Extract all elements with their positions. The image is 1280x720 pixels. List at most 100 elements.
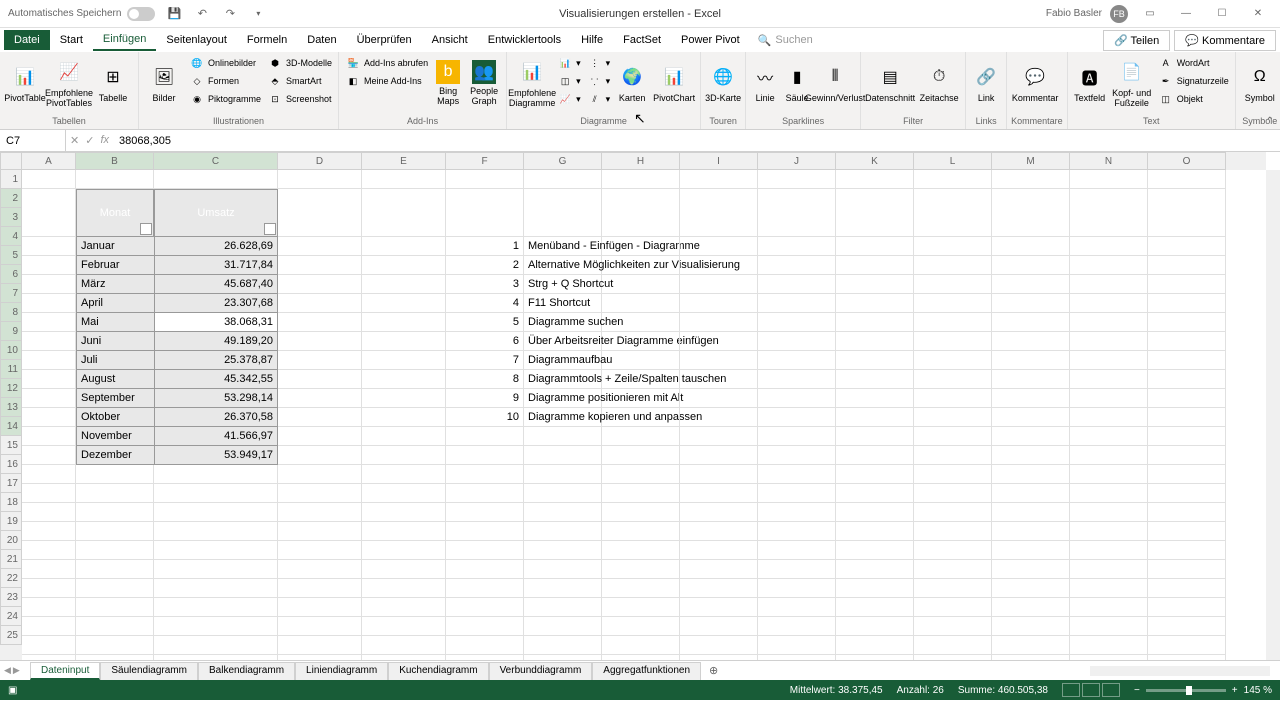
cell-G6[interactable]: F11 Shortcut (524, 294, 602, 313)
cell-L12[interactable] (914, 408, 992, 427)
qat-dropdown-icon[interactable]: ▾ (249, 5, 267, 23)
cell-C7[interactable]: 38.068,31 (154, 313, 278, 332)
cell-N19[interactable] (1070, 541, 1148, 560)
cell-D8[interactable] (278, 332, 362, 351)
row-header-19[interactable]: 19 (0, 512, 22, 531)
cell-F10[interactable]: 8 (446, 370, 524, 389)
cell-I14[interactable] (680, 446, 758, 465)
cell-L6[interactable] (914, 294, 992, 313)
cell-G7[interactable]: Diagramme suchen (524, 313, 602, 332)
cell-F21[interactable] (446, 579, 524, 598)
sheet-tab-4[interactable]: Kuchendiagramm (388, 662, 488, 680)
cell-A7[interactable] (22, 313, 76, 332)
cell-B22[interactable] (76, 598, 154, 617)
cell-L4[interactable] (914, 256, 992, 275)
cell-F18[interactable] (446, 522, 524, 541)
cell-D7[interactable] (278, 313, 362, 332)
cell-F20[interactable] (446, 560, 524, 579)
cell-F2[interactable] (446, 189, 524, 237)
cell-H21[interactable] (602, 579, 680, 598)
cell-D15[interactable] (278, 465, 362, 484)
cell-I15[interactable] (680, 465, 758, 484)
cell-G14[interactable] (524, 446, 602, 465)
cell-B12[interactable]: Oktober (76, 408, 154, 427)
cell-G18[interactable] (524, 522, 602, 541)
cell-I6[interactable] (680, 294, 758, 313)
cell-G8[interactable]: Über Arbeitsreiter Diagramme einfügen (524, 332, 602, 351)
cell-A15[interactable] (22, 465, 76, 484)
row-header-25[interactable]: 25 (0, 626, 22, 645)
tab-formeln[interactable]: Formeln (237, 30, 297, 50)
cell-F13[interactable] (446, 427, 524, 446)
cell-C13[interactable]: 41.566,97 (154, 427, 278, 446)
cell-J18[interactable] (758, 522, 836, 541)
cell-L5[interactable] (914, 275, 992, 294)
chart-bar-button[interactable]: 📊▾ (555, 54, 583, 72)
tab-file[interactable]: Datei (4, 30, 50, 50)
user-avatar[interactable]: FB (1110, 5, 1128, 23)
cell-J14[interactable] (758, 446, 836, 465)
cell-B7[interactable]: Mai (76, 313, 154, 332)
share-button[interactable]: 🔗 Teilen (1103, 30, 1170, 51)
cell-L20[interactable] (914, 560, 992, 579)
cell-F16[interactable] (446, 484, 524, 503)
cell-N5[interactable] (1070, 275, 1148, 294)
cell-O11[interactable] (1148, 389, 1226, 408)
cell-J6[interactable] (758, 294, 836, 313)
cell-K22[interactable] (836, 598, 914, 617)
cell-J10[interactable] (758, 370, 836, 389)
cell-H5[interactable] (602, 275, 680, 294)
cell-K20[interactable] (836, 560, 914, 579)
cell-M23[interactable] (992, 617, 1070, 636)
cell-N1[interactable] (1070, 170, 1148, 189)
cell-F17[interactable] (446, 503, 524, 522)
cell-C20[interactable] (154, 560, 278, 579)
cell-L13[interactable] (914, 427, 992, 446)
cell-K6[interactable] (836, 294, 914, 313)
save-icon[interactable]: 💾 (165, 5, 183, 23)
online-images-button[interactable]: 🌐Onlinebilder (187, 54, 263, 72)
col-header-N[interactable]: N (1070, 152, 1148, 170)
cell-G20[interactable] (524, 560, 602, 579)
cell-N22[interactable] (1070, 598, 1148, 617)
cell-H22[interactable] (602, 598, 680, 617)
cell-F5[interactable]: 3 (446, 275, 524, 294)
chart-line-button[interactable]: 📈▾ (555, 90, 583, 108)
cell-I22[interactable] (680, 598, 758, 617)
textbox-button[interactable]: 🅰Textfeld (1072, 54, 1108, 112)
3dmodels-button[interactable]: ⬢3D-Modelle (265, 54, 334, 72)
sheet-tab-0[interactable]: Dateninput (30, 662, 100, 680)
sheet-next-icon[interactable]: ▶ (13, 665, 20, 676)
cell-I21[interactable] (680, 579, 758, 598)
cell-L7[interactable] (914, 313, 992, 332)
cell-N9[interactable] (1070, 351, 1148, 370)
cell-H12[interactable] (602, 408, 680, 427)
pivotchart-button[interactable]: 📊PivotChart (652, 54, 696, 112)
row-header-7[interactable]: 7 (0, 284, 22, 303)
cell-F15[interactable] (446, 465, 524, 484)
cell-J2[interactable] (758, 189, 836, 237)
cell-C15[interactable] (154, 465, 278, 484)
cell-J11[interactable] (758, 389, 836, 408)
cell-O10[interactable] (1148, 370, 1226, 389)
cell-B5[interactable]: März (76, 275, 154, 294)
cell-D12[interactable] (278, 408, 362, 427)
cell-E12[interactable] (362, 408, 446, 427)
minimize-icon[interactable]: — (1172, 5, 1200, 23)
row-header-12[interactable]: 12 (0, 379, 22, 398)
cell-I5[interactable] (680, 275, 758, 294)
row-header-2[interactable]: 2 (0, 189, 22, 208)
sparkline-line-button[interactable]: 〰Linie (750, 54, 780, 112)
cell-J3[interactable] (758, 237, 836, 256)
cell-H4[interactable] (602, 256, 680, 275)
spreadsheet-grid[interactable]: ABCDEFGHIJKLMNO 123456789101112131415161… (0, 152, 1280, 660)
cell-A23[interactable] (22, 617, 76, 636)
zoom-slider[interactable] (1146, 689, 1226, 692)
cell-K4[interactable] (836, 256, 914, 275)
cell-N18[interactable] (1070, 522, 1148, 541)
cell-F6[interactable]: 4 (446, 294, 524, 313)
vertical-scrollbar[interactable] (1266, 170, 1280, 660)
cell-H3[interactable] (602, 237, 680, 256)
cell-C12[interactable]: 26.370,58 (154, 408, 278, 427)
cell-D6[interactable] (278, 294, 362, 313)
